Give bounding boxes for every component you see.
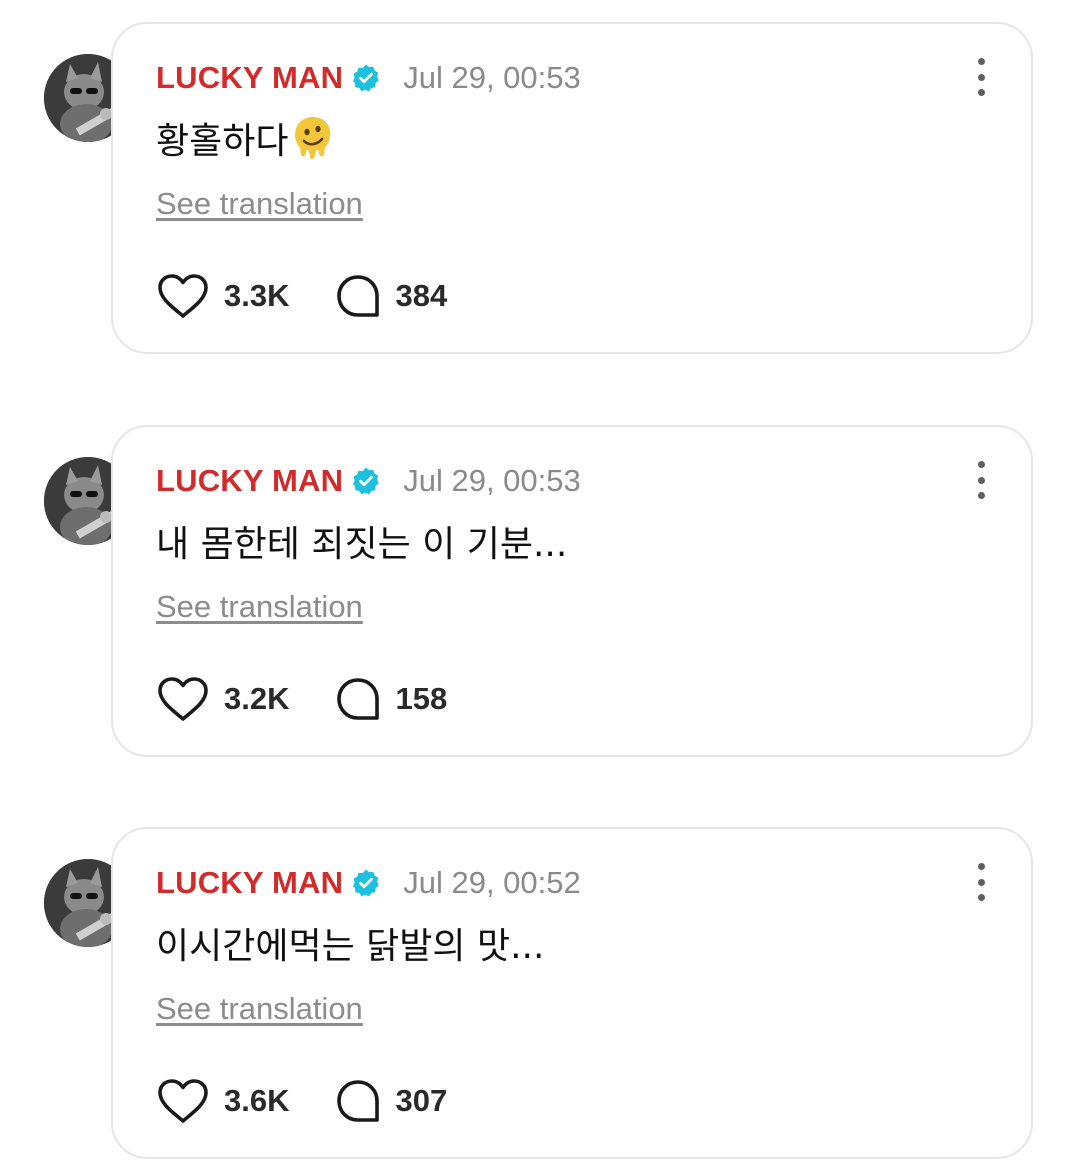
post-item[interactable]: LUCKY MAN Jul 29, 00:53 내 몸한테 죄짓는 이 기분..…	[0, 425, 1080, 761]
more-vertical-icon[interactable]	[971, 58, 991, 96]
reply-button[interactable]: 307	[335, 1078, 447, 1124]
like-button[interactable]: 3.2K	[156, 675, 289, 723]
post-text: 내 몸한테 죄짓는 이 기분...	[156, 515, 567, 567]
author-name[interactable]: LUCKY MAN	[156, 865, 343, 901]
post-actions: 3.3K 384	[156, 272, 447, 320]
post-item[interactable]: LUCKY MAN Jul 29, 00:52 이시간에먹는 닭발의 맛... …	[0, 827, 1080, 1163]
post-card: LUCKY MAN Jul 29, 00:52 이시간에먹는 닭발의 맛... …	[111, 827, 1033, 1159]
author-name[interactable]: LUCKY MAN	[156, 463, 343, 499]
more-vertical-icon[interactable]	[971, 863, 991, 901]
reply-count: 307	[395, 1083, 448, 1118]
post-text: 이시간에먹는 닭발의 맛...	[156, 917, 544, 969]
verified-badge-icon	[351, 868, 381, 898]
like-button[interactable]: 3.3K	[156, 272, 289, 320]
like-count: 3.6K	[224, 1083, 290, 1118]
see-translation-link[interactable]: See translation	[156, 186, 363, 222]
verified-badge-icon	[351, 466, 381, 496]
heart-icon	[158, 274, 208, 318]
reply-button[interactable]: 384	[335, 273, 447, 319]
post-text-content: 이시간에먹는 닭발의 맛...	[156, 926, 545, 967]
like-button[interactable]: 3.6K	[156, 1077, 289, 1125]
post-header: LUCKY MAN Jul 29, 00:53	[156, 58, 581, 98]
verified-badge-icon	[351, 63, 381, 93]
see-translation-link[interactable]: See translation	[156, 991, 363, 1027]
comment-bubble-icon	[337, 1080, 380, 1122]
like-count: 3.3K	[224, 278, 290, 313]
post-actions: 3.2K 158	[156, 675, 447, 723]
post-item[interactable]: LUCKY MAN Jul 29, 00:53 황홀하다 See transla…	[0, 22, 1080, 358]
post-card: LUCKY MAN Jul 29, 00:53 내 몸한테 죄짓는 이 기분..…	[111, 425, 1033, 757]
heart-icon	[158, 677, 208, 721]
comment-bubble-icon	[337, 275, 380, 317]
heart-icon	[158, 1079, 208, 1123]
melting-face-emoji-icon	[292, 115, 334, 161]
post-actions: 3.6K 307	[156, 1077, 447, 1125]
post-timestamp: Jul 29, 00:53	[403, 463, 581, 498]
reply-button[interactable]: 158	[335, 676, 447, 722]
author-name[interactable]: LUCKY MAN	[156, 60, 343, 96]
post-text: 황홀하다	[156, 112, 334, 164]
post-header: LUCKY MAN Jul 29, 00:52	[156, 863, 581, 903]
post-text-content: 황홀하다	[156, 121, 289, 162]
post-timestamp: Jul 29, 00:52	[403, 865, 581, 900]
post-card: LUCKY MAN Jul 29, 00:53 황홀하다 See transla…	[111, 22, 1033, 354]
like-count: 3.2K	[224, 681, 290, 716]
see-translation-link[interactable]: See translation	[156, 589, 363, 625]
comment-bubble-icon	[337, 678, 380, 720]
post-header: LUCKY MAN Jul 29, 00:53	[156, 461, 581, 501]
post-text-content: 내 몸한테 죄짓는 이 기분...	[156, 524, 568, 565]
reply-count: 158	[395, 681, 448, 716]
reply-count: 384	[395, 278, 448, 313]
more-vertical-icon[interactable]	[971, 461, 991, 499]
post-timestamp: Jul 29, 00:53	[403, 60, 581, 95]
